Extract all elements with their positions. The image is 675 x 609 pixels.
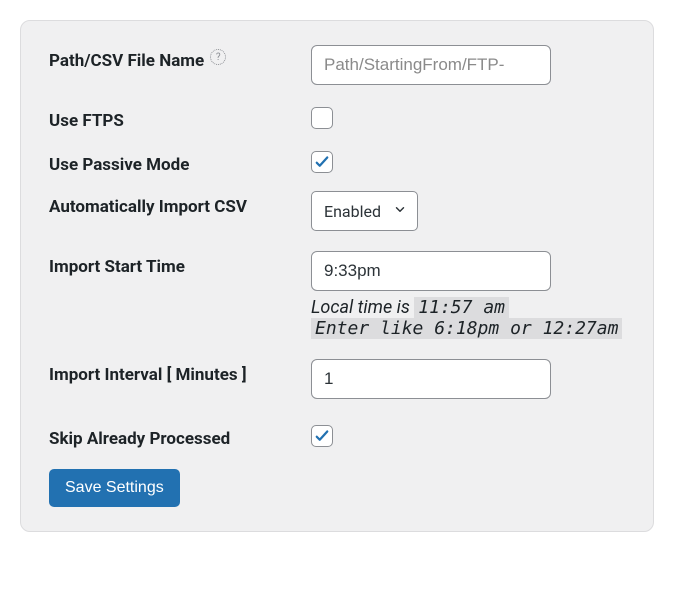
interval-label: Import Interval [ Minutes ]	[49, 365, 247, 385]
label-col: Skip Already Processed	[49, 423, 311, 449]
actions-row: Save Settings	[49, 469, 625, 507]
row-interval: Import Interval [ Minutes ]	[49, 359, 625, 399]
auto-import-select[interactable]: Enabled	[311, 191, 418, 231]
hint-prefix: Local time is	[311, 297, 414, 318]
ctrl-col	[311, 45, 625, 85]
auto-import-selected: Enabled	[324, 202, 381, 221]
start-time-input[interactable]	[311, 251, 551, 291]
label-col: Path/CSV File Name ?	[49, 45, 311, 71]
local-time-value: 11:57 am	[414, 297, 509, 318]
path-label: Path/CSV File Name	[49, 51, 204, 71]
ctrl-col: Enabled	[311, 191, 625, 231]
start-time-hint-block: Local time is 11:57 am Enter like 6:18pm…	[311, 297, 625, 339]
path-input[interactable]	[311, 45, 551, 85]
row-passive: Use Passive Mode	[49, 149, 625, 175]
help-icon[interactable]: ?	[210, 49, 226, 65]
ctrl-col: Local time is 11:57 am Enter like 6:18pm…	[311, 251, 625, 339]
format-hint: Enter like 6:18pm or 12:27am	[311, 318, 625, 339]
ctrl-col	[311, 423, 625, 449]
check-icon	[313, 153, 331, 171]
row-auto-import: Automatically Import CSV Enabled	[49, 191, 625, 231]
settings-panel: Path/CSV File Name ? Use FTPS Use Passiv…	[20, 20, 654, 532]
row-ftps: Use FTPS	[49, 105, 625, 133]
check-icon	[313, 427, 331, 445]
ctrl-col	[311, 149, 625, 175]
local-time-hint: Local time is 11:57 am	[311, 297, 625, 318]
interval-input[interactable]	[311, 359, 551, 399]
start-time-label: Import Start Time	[49, 257, 185, 277]
passive-checkbox[interactable]	[311, 151, 333, 173]
label-col: Use Passive Mode	[49, 149, 311, 175]
ctrl-col	[311, 359, 625, 399]
label-col: Automatically Import CSV	[49, 191, 311, 217]
format-hint-text: Enter like 6:18pm or 12:27am	[311, 318, 622, 339]
ftps-checkbox[interactable]	[311, 107, 333, 129]
ftps-label: Use FTPS	[49, 111, 124, 131]
row-path: Path/CSV File Name ?	[49, 45, 625, 85]
auto-import-label: Automatically Import CSV	[49, 197, 247, 217]
ctrl-col	[311, 105, 625, 133]
label-col: Import Interval [ Minutes ]	[49, 359, 311, 385]
label-col: Use FTPS	[49, 105, 311, 131]
skip-processed-checkbox[interactable]	[311, 425, 333, 447]
label-col: Import Start Time	[49, 251, 311, 277]
row-start-time: Import Start Time Local time is 11:57 am…	[49, 251, 625, 339]
passive-label: Use Passive Mode	[49, 155, 189, 175]
save-button[interactable]: Save Settings	[49, 469, 180, 507]
skip-processed-label: Skip Already Processed	[49, 429, 230, 449]
row-skip-processed: Skip Already Processed	[49, 423, 625, 449]
chevron-down-icon	[393, 202, 407, 221]
